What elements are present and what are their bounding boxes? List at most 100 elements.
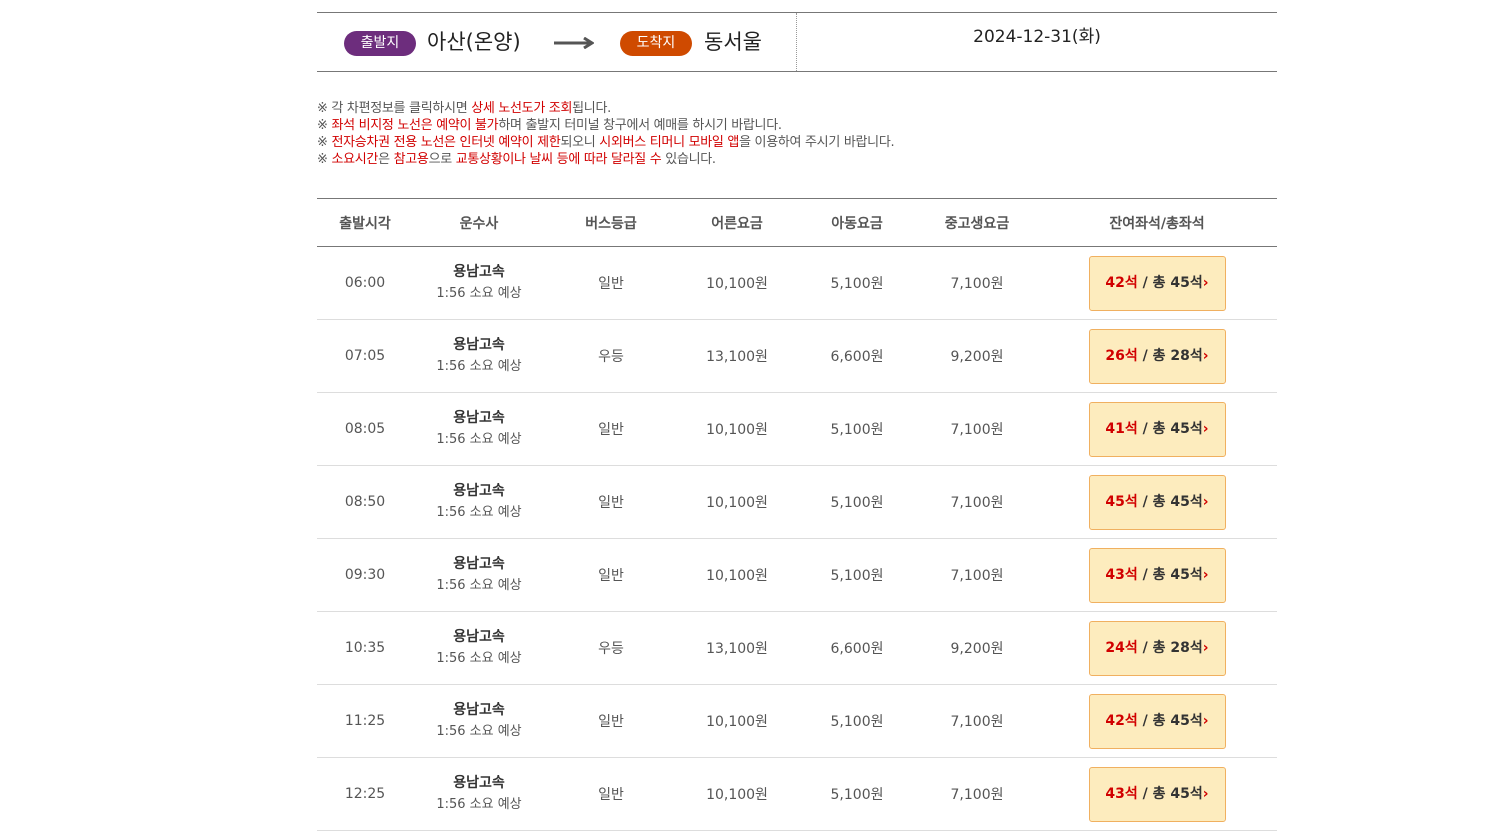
select-seat-button[interactable]: 43석 / 총 45석›	[1088, 547, 1226, 603]
notice-highlight: 전자승차권 전용 노선은 인터넷 예약이 제한	[331, 135, 561, 150]
bus-grade: 일반	[545, 757, 677, 831]
depart-time: 12:25	[317, 757, 413, 831]
right-arrow-icon	[554, 37, 594, 49]
header-depart-time: 출발시각	[317, 198, 413, 247]
notice-highlight: 상세 노선도가 조회	[471, 101, 573, 116]
header-child-fare: 아동요금	[797, 198, 917, 247]
table-row[interactable]: 10:35 용남고속 1:56 소요 예상 우등 13,100원 6,600원 9,200원…	[317, 611, 1277, 685]
select-seat-button[interactable]: 45석 / 총 45석›	[1088, 474, 1226, 530]
operator-name: 용남고속	[453, 264, 505, 280]
total-seats: / 총 28석	[1137, 347, 1203, 364]
table-row[interactable]: 07:05 용남고속 1:56 소요 예상 우등 13,100원 6,600원 9,200원…	[317, 319, 1277, 393]
chevron-right-icon: ›	[1202, 493, 1209, 510]
operator-cell: 용남고속 1:56 소요 예상	[413, 684, 545, 758]
total-seats: / 총 45석	[1137, 566, 1203, 583]
header-bus-grade: 버스등급	[545, 198, 677, 247]
date-panel: 2024-12-31(화)	[797, 13, 1277, 71]
seats-cell: 45석 / 총 45석›	[1037, 465, 1277, 539]
table-row[interactable]: 09:30 용남고속 1:56 소요 예상 일반 10,100원 5,100원 7,100원…	[317, 538, 1277, 612]
seats-cell: 42석 / 총 45석›	[1037, 684, 1277, 758]
table-row[interactable]: 06:00 용남고속 1:56 소요 예상 일반 10,100원 5,100원 7,100원…	[317, 246, 1277, 320]
remaining-seats: 43석	[1105, 566, 1138, 583]
notice-text: ※	[317, 135, 332, 150]
total-seats: / 총 45석	[1137, 493, 1203, 510]
seats-cell: 41석 / 총 45석›	[1037, 392, 1277, 466]
youth-fare: 7,100원	[917, 538, 1037, 612]
total-seats: / 총 45석	[1137, 420, 1203, 437]
trip-duration: 1:56 소요 예상	[436, 651, 522, 666]
bus-grade: 일반	[545, 538, 677, 612]
select-seat-button[interactable]: 41석 / 총 45석›	[1088, 401, 1226, 457]
travel-date: 2024-12-31(화)	[973, 27, 1101, 47]
seats-cell: 43석 / 총 45석›	[1037, 757, 1277, 831]
notice-text: 되오니	[560, 135, 600, 150]
trip-duration: 1:56 소요 예상	[436, 359, 522, 374]
adult-fare: 13,100원	[677, 319, 797, 393]
notice-highlight: 참고용	[393, 152, 429, 167]
depart-time: 09:30	[317, 538, 413, 612]
trip-duration: 1:56 소요 예상	[436, 505, 522, 520]
youth-fare: 9,200원	[917, 319, 1037, 393]
table-row[interactable]: 08:50 용남고속 1:56 소요 예상 일반 10,100원 5,100원 7,100원…	[317, 465, 1277, 539]
table-row[interactable]: 08:05 용남고속 1:56 소요 예상 일반 10,100원 5,100원 7,100원…	[317, 392, 1277, 466]
select-seat-button[interactable]: 43석 / 총 45석›	[1088, 766, 1226, 822]
depart-time: 07:05	[317, 319, 413, 393]
operator-name: 용남고속	[453, 775, 505, 791]
operator-cell: 용남고속 1:56 소요 예상	[413, 465, 545, 539]
total-seats: / 총 45석	[1137, 274, 1203, 291]
remaining-seats: 42석	[1105, 712, 1138, 729]
table-row[interactable]: 12:25 용남고속 1:56 소요 예상 일반 10,100원 5,100원 7,100원…	[317, 757, 1277, 831]
child-fare: 5,100원	[797, 538, 917, 612]
trip-duration: 1:56 소요 예상	[436, 286, 522, 301]
depart-terminal: 아산(온양)	[427, 30, 521, 54]
bus-grade: 우등	[545, 319, 677, 393]
notice-text: ※	[317, 152, 332, 167]
child-fare: 5,100원	[797, 465, 917, 539]
bus-grade: 일반	[545, 392, 677, 466]
notice-list: ※ 각 차편정보를 클릭하시면 상세 노선도가 조회됩니다. ※ 좌석 비지정 노…	[317, 100, 1277, 168]
chevron-right-icon: ›	[1202, 785, 1209, 802]
header-seats: 잔여좌석/총좌석	[1037, 198, 1277, 247]
chevron-right-icon: ›	[1202, 347, 1209, 364]
chevron-right-icon: ›	[1202, 274, 1209, 291]
trip-duration: 1:56 소요 예상	[436, 797, 522, 812]
total-seats: / 총 45석	[1137, 712, 1203, 729]
notice-line: ※ 전자승차권 전용 노선은 인터넷 예약이 제한되오니 시외버스 티머니 모바…	[317, 134, 1277, 151]
operator-cell: 용남고속 1:56 소요 예상	[413, 757, 545, 831]
route-terminals: 출발지 아산(온양) 도착지 동서울	[317, 13, 797, 71]
adult-fare: 13,100원	[677, 611, 797, 685]
notice-highlight: 시외버스 티머니 모바일 앱	[599, 135, 740, 150]
table-row[interactable]: 11:25 용남고속 1:56 소요 예상 일반 10,100원 5,100원 7,100원…	[317, 684, 1277, 758]
child-fare: 5,100원	[797, 757, 917, 831]
seats-cell: 43석 / 총 45석›	[1037, 538, 1277, 612]
select-seat-button[interactable]: 24석 / 총 28석›	[1088, 620, 1226, 676]
chevron-right-icon: ›	[1202, 712, 1209, 729]
operator-name: 용남고속	[453, 556, 505, 572]
child-fare: 5,100원	[797, 392, 917, 466]
adult-fare: 10,100원	[677, 538, 797, 612]
trip-duration: 1:56 소요 예상	[436, 578, 522, 593]
header-youth-fare: 중고생요금	[917, 198, 1037, 247]
header-adult-fare: 어른요금	[677, 198, 797, 247]
select-seat-button[interactable]: 26석 / 총 28석›	[1088, 328, 1226, 384]
child-fare: 6,600원	[797, 319, 917, 393]
chevron-right-icon: ›	[1202, 639, 1209, 656]
trip-duration: 1:56 소요 예상	[436, 724, 522, 739]
notice-text: ※ 각 차편정보를 클릭하시면	[317, 101, 472, 116]
depart-time: 10:35	[317, 611, 413, 685]
youth-fare: 7,100원	[917, 684, 1037, 758]
bus-grade: 일반	[545, 465, 677, 539]
operator-cell: 용남고속 1:56 소요 예상	[413, 538, 545, 612]
select-seat-button[interactable]: 42석 / 총 45석›	[1088, 255, 1226, 311]
schedule-table: 출발시각 운수사 버스등급 어른요금 아동요금 중고생요금 잔여좌석/총좌석 0…	[317, 198, 1277, 831]
table-header-row: 출발시각 운수사 버스등급 어른요금 아동요금 중고생요금 잔여좌석/총좌석	[317, 198, 1277, 247]
child-fare: 5,100원	[797, 684, 917, 758]
select-seat-button[interactable]: 42석 / 총 45석›	[1088, 693, 1226, 749]
remaining-seats: 43석	[1105, 785, 1138, 802]
depart-time: 08:05	[317, 392, 413, 466]
youth-fare: 7,100원	[917, 392, 1037, 466]
remaining-seats: 24석	[1105, 639, 1138, 656]
adult-fare: 10,100원	[677, 465, 797, 539]
operator-name: 용남고속	[453, 410, 505, 426]
operator-name: 용남고속	[453, 629, 505, 645]
